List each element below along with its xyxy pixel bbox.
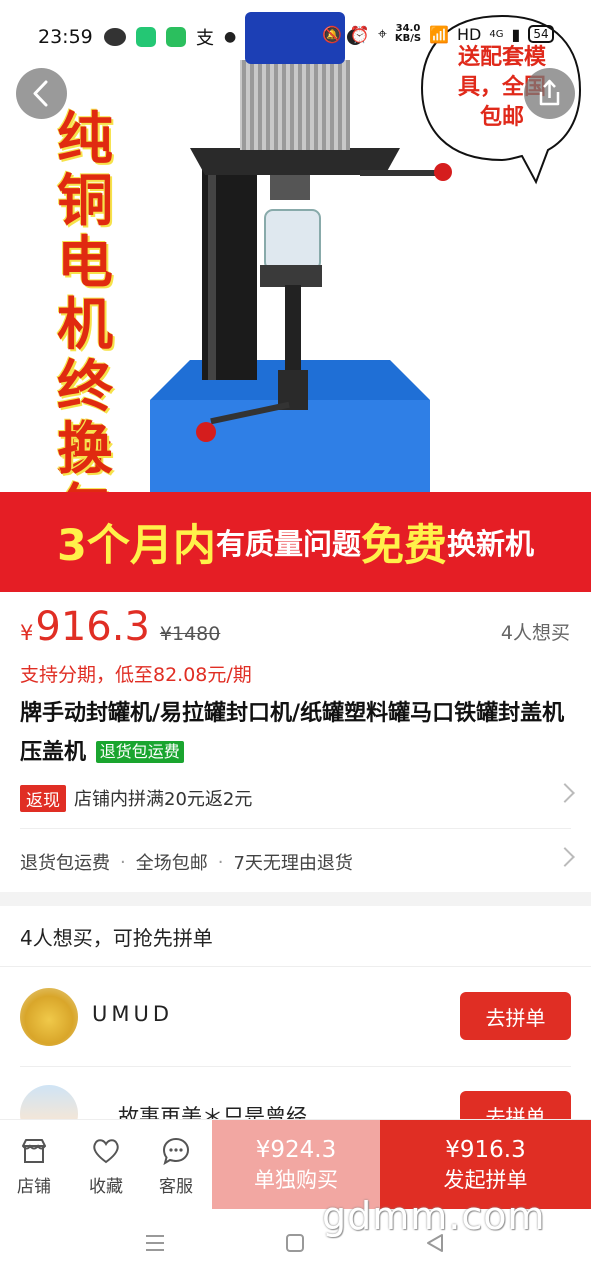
currency-symbol: ¥	[20, 621, 34, 645]
wifi-icon: 📶	[429, 24, 450, 44]
chat-icon	[162, 1137, 190, 1166]
shop-button[interactable]: 店铺	[6, 1136, 62, 1197]
original-price: ¥1480	[159, 623, 221, 645]
home-icon[interactable]	[285, 1233, 305, 1253]
favorite-button[interactable]: 收藏	[78, 1136, 134, 1197]
more-dot-icon: ●	[224, 29, 237, 45]
banner-text-4: 换新机	[446, 527, 534, 561]
divider	[0, 966, 591, 967]
notification-icons: 支 ●	[104, 24, 236, 50]
share-icon	[539, 79, 560, 106]
service-item: 退货包运费	[20, 853, 110, 874]
customer-service-label: 客服	[159, 1177, 193, 1197]
battery-icon: 54	[528, 25, 554, 43]
section-gap	[0, 892, 591, 906]
favorite-label: 收藏	[89, 1177, 123, 1197]
promo-banner: 3个月内 有质量问题 免费 换新机	[0, 492, 591, 592]
site-watermark: gdmm.com	[322, 1194, 546, 1238]
wechat-icon	[104, 28, 126, 46]
signal-label: 4G	[489, 28, 504, 40]
chevron-right-icon	[555, 783, 575, 803]
alipay-icon: 支	[196, 28, 214, 49]
phone-icon	[136, 27, 156, 47]
mute-icon: 🔕	[322, 24, 342, 44]
divider	[20, 828, 571, 829]
cashback-text: 店铺内拼满20元返2元	[74, 789, 253, 810]
promo-vertical-text-last: 换	[40, 418, 130, 480]
service-separator: ·	[217, 851, 224, 873]
back-button[interactable]	[16, 68, 67, 119]
message-icon	[166, 27, 186, 47]
system-status-icons: 🔕 ⏰ ⌖ 34.0 KB/S 📶 HD 4G ▮ 54	[322, 24, 554, 44]
group-buy-label: 发起拼单	[443, 1167, 528, 1192]
vertical-char: 换	[57, 416, 113, 482]
banner-text-3: 免费	[360, 521, 447, 571]
service-separator: ·	[120, 851, 126, 873]
location-icon: ⌖	[377, 24, 387, 43]
shop-icon	[22, 1139, 46, 1163]
alone-label: 单独购买	[254, 1167, 338, 1192]
join-group-button[interactable]: 去拼单	[460, 992, 571, 1040]
status-time: 23:59	[38, 26, 93, 48]
banner-text-1: 3个月内	[57, 521, 216, 571]
heart-icon	[93, 1139, 119, 1164]
share-button[interactable]	[524, 68, 575, 119]
product-title: 牌手动封罐机/易拉罐封口机/纸罐塑料罐马口铁罐封盖机压盖机 退货包运费	[20, 694, 572, 772]
customer-service-button[interactable]: 客服	[148, 1136, 204, 1197]
status-bar: 23:59 支 ● 🔕 ⏰ ⌖ 34.0 KB/S 📶 HD 4G ▮ 54	[0, 0, 591, 72]
alarm-icon: ⏰	[349, 24, 370, 44]
net-speed-unit: KB/S	[394, 33, 422, 44]
group-buy-price: ¥916.3	[445, 1136, 526, 1163]
hd-label: HD	[457, 24, 482, 44]
vertical-char: 终	[57, 354, 113, 420]
vertical-char: 铜	[57, 168, 113, 234]
price-row: ¥ 916.3 ¥1480	[20, 604, 220, 654]
service-item: 全场包邮	[135, 853, 208, 874]
vertical-char: 机	[57, 292, 113, 358]
service-item: 7天无理由退货	[233, 853, 353, 874]
net-speed: 34.0 KB/S	[395, 24, 421, 44]
banner-text-2: 有质量问题	[215, 527, 361, 561]
chevron-right-icon	[555, 847, 575, 867]
chevron-left-icon	[33, 80, 48, 107]
cashback-tag: 返现	[20, 784, 66, 812]
avatar	[20, 988, 78, 1046]
cashback-row[interactable]: 返现 店铺内拼满20元返2元	[20, 782, 575, 814]
service-guarantees-row[interactable]: 退货包运费 · 全场包邮 · 7天无理由退货	[20, 846, 575, 878]
return-shipping-tag: 退货包运费	[95, 741, 184, 763]
shop-label: 店铺	[17, 1177, 51, 1197]
group-buy-title: 4人想买，可抢先拼单	[20, 926, 213, 950]
can-sealer-machine-image	[150, 12, 452, 500]
group-buy-row: UMUD 去拼单	[0, 968, 591, 1066]
installment-info[interactable]: 支持分期，低至82.08元/期	[20, 660, 252, 687]
group-price: 916.3	[35, 604, 150, 650]
menu-icon[interactable]	[144, 1233, 166, 1253]
want-count: 4人想买	[500, 622, 570, 644]
product-image-carousel[interactable]: 纯 铜 电 机 终 身 包 换 送配套模 具，全国 包邮 3个月内 有质量问题 …	[0, 0, 591, 592]
alone-price: ¥924.3	[255, 1136, 337, 1163]
group-leader-name: UMUD	[92, 1002, 174, 1026]
vertical-char: 电	[57, 230, 113, 296]
signal-icon: ▮	[511, 24, 521, 44]
